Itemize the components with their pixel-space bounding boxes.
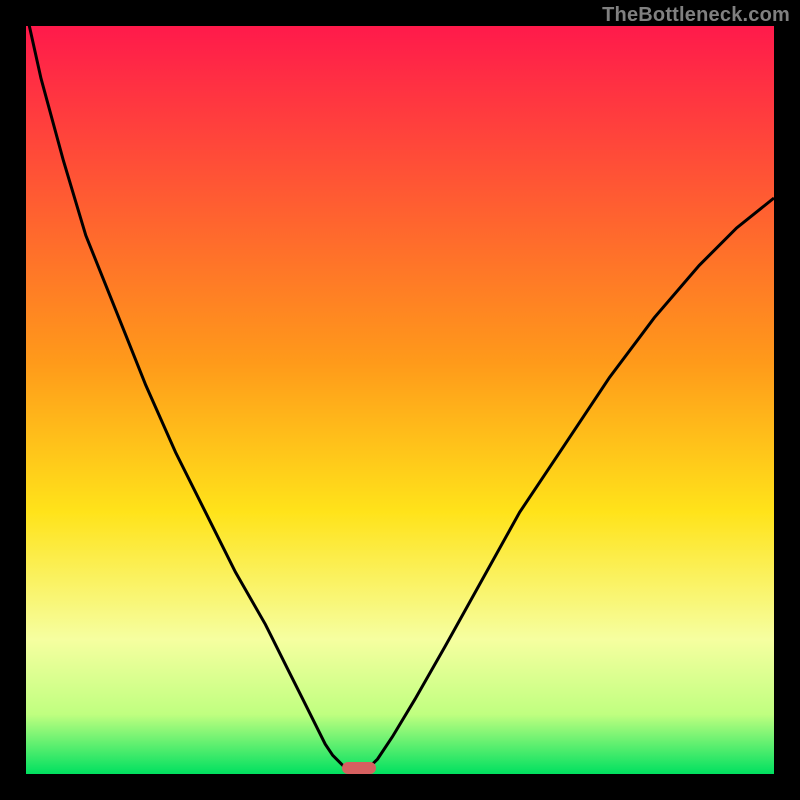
bottleneck-curve: [26, 26, 774, 774]
plot-area: [26, 26, 774, 774]
optimal-marker: [342, 762, 376, 774]
watermark-text: TheBottleneck.com: [602, 4, 790, 27]
chart-frame: TheBottleneck.com: [0, 0, 800, 800]
